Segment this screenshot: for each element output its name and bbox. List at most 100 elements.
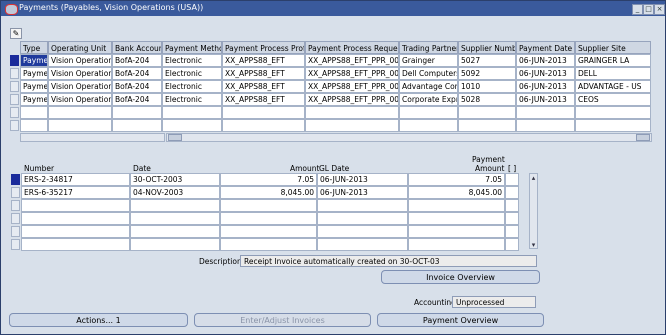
empty-cell[interactable] [516, 106, 575, 119]
vertical-scrollbar[interactable] [529, 173, 538, 249]
table-cell[interactable]: Vision Operations [48, 67, 112, 80]
empty-cell[interactable] [516, 119, 575, 132]
table-cell[interactable]: XX_APPS88_EFT_PPR_001 [305, 54, 399, 67]
empty-cell[interactable] [399, 106, 458, 119]
table-cell[interactable]: Electronic [162, 80, 222, 93]
empty-cell[interactable] [130, 212, 220, 225]
table-cell[interactable]: CEOS [575, 93, 651, 106]
empty-cell[interactable] [305, 119, 399, 132]
table-cell[interactable]: Vision Operations [48, 54, 112, 67]
select-checkbox[interactable] [505, 238, 519, 251]
row-indicator[interactable] [10, 81, 19, 92]
table-cell[interactable]: Electronic [162, 67, 222, 80]
table-cell[interactable]: XX_APPS88_EFT_PPR_001 [305, 67, 399, 80]
table-cell[interactable]: 5092 [458, 67, 516, 80]
empty-cell[interactable] [408, 238, 505, 251]
table-cell[interactable]: 06-JUN-2013 [516, 54, 575, 67]
table-cell[interactable]: 8,045.00 [220, 186, 317, 199]
empty-cell[interactable] [317, 212, 408, 225]
table-cell[interactable]: XX_APPS88_EFT [222, 80, 305, 93]
row-indicator[interactable] [10, 107, 19, 118]
row-indicator[interactable] [10, 68, 19, 79]
left-horizontal-scrollbar[interactable] [20, 133, 165, 142]
select-checkbox[interactable] [505, 225, 519, 238]
table-cell[interactable]: Advantage Corp [399, 80, 458, 93]
table-cell[interactable]: Vision Operations [48, 80, 112, 93]
empty-cell[interactable] [130, 225, 220, 238]
table-cell[interactable]: 06-JUN-2013 [516, 93, 575, 106]
empty-cell[interactable] [222, 106, 305, 119]
table-cell[interactable]: XX_APPS88_EFT_PPR_001 [305, 93, 399, 106]
row-indicator[interactable] [11, 213, 20, 224]
empty-cell[interactable] [220, 199, 317, 212]
accounting-field[interactable]: Unprocessed [452, 296, 536, 308]
scroll-left-arrow[interactable] [168, 134, 182, 141]
horizontal-scrollbar[interactable] [166, 133, 652, 142]
select-checkbox[interactable] [505, 199, 519, 212]
empty-cell[interactable] [305, 106, 399, 119]
empty-cell[interactable] [21, 238, 130, 251]
row-indicator[interactable] [10, 94, 19, 105]
table-cell[interactable]: GRAINGER LA [575, 54, 651, 67]
empty-cell[interactable] [21, 199, 130, 212]
close-icon[interactable]: × [654, 4, 665, 15]
table-cell[interactable]: 5028 [458, 93, 516, 106]
empty-cell[interactable] [162, 119, 222, 132]
scroll-up-arrow[interactable]: ▴ [529, 173, 538, 182]
table-cell[interactable]: 7.05 [408, 173, 505, 186]
empty-cell[interactable] [112, 119, 162, 132]
empty-cell[interactable] [317, 225, 408, 238]
title-bar[interactable]: Payments (Payables, Vision Operations (U… [1, 1, 665, 16]
empty-cell[interactable] [21, 212, 130, 225]
scroll-right-arrow[interactable] [636, 134, 650, 141]
description-field[interactable]: Receipt Invoice automatically created on… [240, 255, 537, 267]
enter-adjust-invoices-button[interactable]: Enter/Adjust Invoices [194, 313, 371, 327]
table-cell[interactable]: ERS-2-34817 [21, 173, 130, 186]
table-cell[interactable]: 1010 [458, 80, 516, 93]
empty-cell[interactable] [408, 212, 505, 225]
row-indicator[interactable] [11, 174, 20, 185]
empty-cell[interactable] [112, 106, 162, 119]
empty-cell[interactable] [48, 106, 112, 119]
scroll-down-arrow[interactable]: ▾ [529, 240, 538, 249]
table-cell[interactable]: XX_APPS88_EFT_PPR_001 [305, 80, 399, 93]
empty-cell[interactable] [21, 225, 130, 238]
empty-cell[interactable] [220, 212, 317, 225]
table-cell[interactable]: BofA-204 [112, 67, 162, 80]
table-cell[interactable]: Payme [20, 80, 48, 93]
row-indicator[interactable] [11, 226, 20, 237]
empty-cell[interactable] [222, 119, 305, 132]
select-checkbox[interactable] [505, 186, 519, 199]
empty-cell[interactable] [20, 119, 48, 132]
select-checkbox[interactable] [505, 212, 519, 225]
empty-cell[interactable] [48, 119, 112, 132]
empty-cell[interactable] [408, 199, 505, 212]
table-cell[interactable]: Electronic [162, 54, 222, 67]
table-cell[interactable]: Vision Operations [48, 93, 112, 106]
minimize-icon[interactable]: _ [632, 4, 643, 15]
table-cell[interactable]: ADVANTAGE - US [575, 80, 651, 93]
table-cell[interactable]: Corporate Expres [399, 93, 458, 106]
table-cell[interactable]: 06-JUN-2013 [516, 67, 575, 80]
maximize-icon[interactable]: □ [643, 4, 654, 15]
empty-cell[interactable] [458, 106, 516, 119]
table-cell[interactable]: Electronic [162, 93, 222, 106]
table-cell[interactable]: 06-JUN-2013 [516, 80, 575, 93]
empty-cell[interactable] [317, 238, 408, 251]
row-indicator[interactable] [11, 187, 20, 198]
invoice-overview-button[interactable]: Invoice Overview [381, 270, 540, 284]
table-cell[interactable]: 06-JUN-2013 [317, 186, 408, 199]
empty-cell[interactable] [220, 225, 317, 238]
table-cell[interactable]: 7.05 [220, 173, 317, 186]
table-cell[interactable]: 30-OCT-2003 [130, 173, 220, 186]
empty-cell[interactable] [317, 199, 408, 212]
actions-button[interactable]: Actions... 1 [9, 313, 188, 327]
select-checkbox[interactable] [505, 173, 519, 186]
table-cell[interactable]: Grainger [399, 54, 458, 67]
table-cell[interactable]: 06-JUN-2013 [317, 173, 408, 186]
empty-cell[interactable] [408, 225, 505, 238]
table-cell[interactable]: Payme [20, 93, 48, 106]
empty-cell[interactable] [399, 119, 458, 132]
payment-overview-button[interactable]: Payment Overview [377, 313, 544, 327]
empty-cell[interactable] [575, 119, 651, 132]
